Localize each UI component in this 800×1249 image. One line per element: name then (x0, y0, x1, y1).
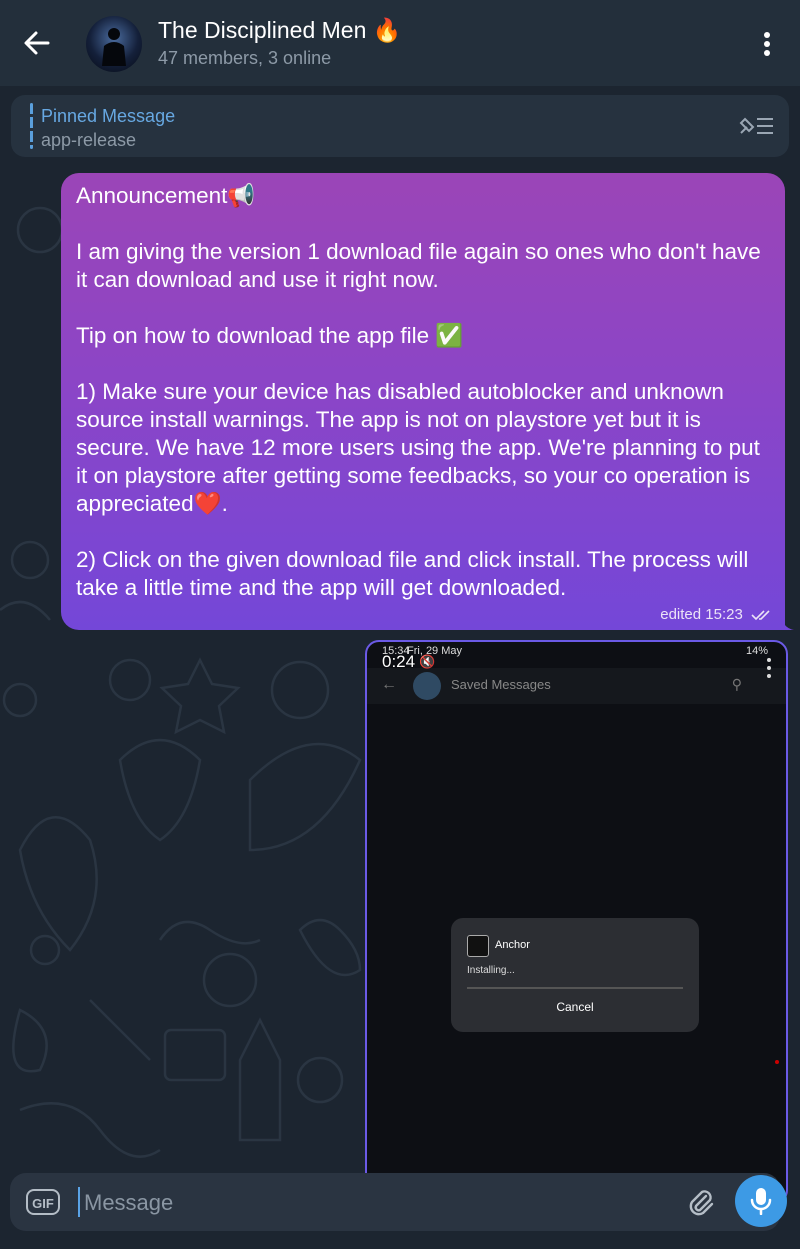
unpin-list-icon[interactable] (737, 115, 775, 137)
video-app-bar: ← Saved Messages ⚲ (367, 668, 786, 704)
muted-icon[interactable]: 🔇 (419, 654, 435, 670)
message-meta: edited 15:23 (660, 606, 773, 623)
video-back-icon: ← (381, 676, 397, 693)
more-vertical-icon[interactable] (760, 29, 774, 59)
chat-title[interactable]: The Disciplined Men 🔥 (158, 17, 401, 44)
video-search-icon: ⚲ (731, 676, 742, 692)
message-text: Announcement📢 I am giving the version 1 … (76, 183, 761, 600)
chat-header: The Disciplined Men 🔥 47 members, 3 onli… (0, 0, 800, 86)
pinned-text: app-release (41, 130, 137, 150)
recording-dot (775, 1060, 779, 1064)
bookmark-icon (413, 672, 441, 700)
video-message[interactable]: 15:34 Fri, 29 May 14% ← Saved Messages ⚲… (365, 640, 788, 1204)
app-icon (467, 935, 489, 957)
message-bubble[interactable]: Announcement📢 I am giving the version 1 … (61, 173, 785, 630)
video-battery: 14% (745, 645, 768, 657)
gif-button[interactable]: GIF (26, 1189, 60, 1215)
arrow-left-icon[interactable] (22, 28, 52, 58)
text-caret (78, 1187, 80, 1217)
silhouette-icon (102, 28, 126, 66)
install-progress-bar (467, 987, 683, 989)
pinned-indicator (30, 103, 33, 149)
pinned-title: Pinned Message (41, 106, 176, 126)
video-duration: 0:24 (382, 652, 416, 671)
video-more-icon (767, 658, 771, 678)
install-status: Installing... (467, 965, 515, 976)
chat-subtitle: 47 members, 3 online (158, 48, 332, 68)
install-app-name: Anchor (495, 939, 530, 951)
microphone-button[interactable] (735, 1175, 787, 1227)
group-avatar[interactable] (86, 16, 142, 72)
install-cancel-button: Cancel (556, 1000, 594, 1014)
pinned-message-bar[interactable]: Pinned Message app-release (11, 95, 789, 157)
message-edited-time: edited 15:23 (660, 606, 743, 623)
message-tail (780, 612, 794, 630)
video-inner-title: Saved Messages (451, 677, 551, 692)
message-composer: GIF (10, 1173, 780, 1231)
paperclip-icon[interactable] (686, 1187, 716, 1217)
install-dialog: Anchor Installing... Cancel (451, 918, 699, 1032)
double-check-icon (751, 610, 770, 621)
microphone-icon (750, 1188, 772, 1215)
message-input[interactable] (82, 1185, 646, 1221)
